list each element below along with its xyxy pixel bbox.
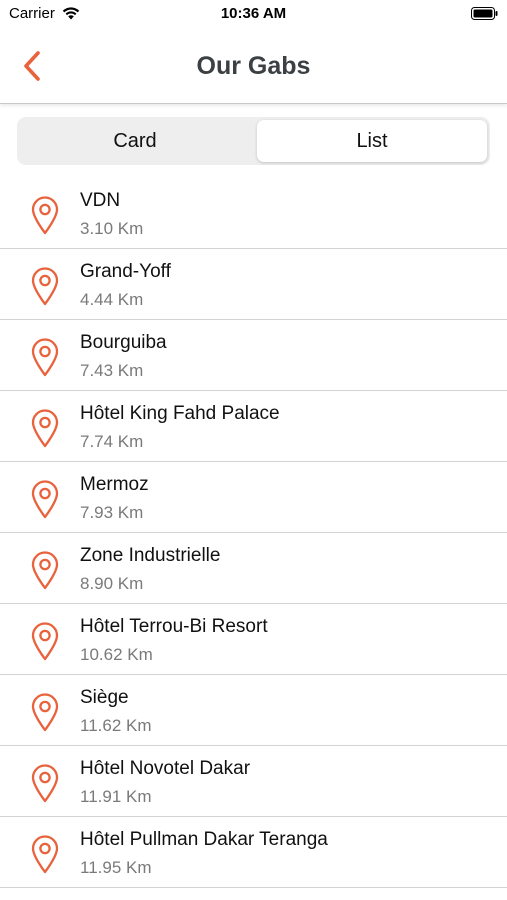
location-pin-icon xyxy=(31,480,59,519)
location-name: VDN xyxy=(80,190,121,211)
location-pin-icon xyxy=(31,764,59,803)
location-name: Hôtel Novotel Dakar xyxy=(80,758,251,779)
location-name: Mermoz xyxy=(80,474,149,495)
location-distance: 11.95 Km xyxy=(80,858,152,877)
location-list-item[interactable]: Grand-Yoff 4.44 Km xyxy=(0,249,507,320)
page-title: Our Gabs xyxy=(196,52,311,80)
location-pin-icon xyxy=(31,622,59,661)
location-distance: 8.90 Km xyxy=(80,574,144,593)
location-pin-icon xyxy=(31,551,59,590)
segment-list[interactable]: List xyxy=(257,120,487,162)
location-list-item[interactable]: Siège 11.62 Km xyxy=(0,675,507,746)
location-list: VDN 3.10 Km Grand-Yoff 4.44 Km Bourguiba… xyxy=(0,178,507,888)
location-pin-icon xyxy=(31,409,59,448)
location-list-item[interactable]: Hôtel Pullman Dakar Teranga 11.95 Km xyxy=(0,817,507,888)
view-mode-segmented-control: Card List xyxy=(17,117,490,165)
location-name: Bourguiba xyxy=(80,332,167,353)
location-list-item[interactable]: Zone Industrielle 8.90 Km xyxy=(0,533,507,604)
location-distance: 7.43 Km xyxy=(80,361,144,380)
location-distance: 11.91 Km xyxy=(80,787,152,806)
location-name: Hôtel King Fahd Palace xyxy=(80,403,280,424)
navigation-bar: Our Gabs xyxy=(0,28,507,104)
location-name: Zone Industrielle xyxy=(80,545,221,566)
location-name: Hôtel Terrou-Bi Resort xyxy=(80,616,268,637)
location-distance: 11.62 Km xyxy=(80,716,152,735)
location-list-item[interactable]: Mermoz 7.93 Km xyxy=(0,462,507,533)
location-name: Grand-Yoff xyxy=(80,261,171,282)
location-name: Siège xyxy=(80,687,129,708)
location-distance: 7.74 Km xyxy=(80,432,144,451)
location-list-item[interactable]: VDN 3.10 Km xyxy=(0,178,507,249)
status-bar: Carrier 10:36 AM xyxy=(0,0,507,28)
location-pin-icon xyxy=(31,267,59,306)
location-distance: 4.44 Km xyxy=(80,290,144,309)
segment-card[interactable]: Card xyxy=(20,120,250,162)
battery-icon xyxy=(471,7,498,20)
location-pin-icon xyxy=(31,196,59,235)
status-time: 10:36 AM xyxy=(220,5,287,22)
location-distance: 7.93 Km xyxy=(80,503,144,522)
location-list-item[interactable]: Hôtel Terrou-Bi Resort 10.62 Km xyxy=(0,604,507,675)
location-distance: 10.62 Km xyxy=(80,645,153,664)
location-distance: 3.10 Km xyxy=(80,219,144,238)
location-list-item[interactable]: Hôtel King Fahd Palace 7.74 Km xyxy=(0,391,507,462)
location-list-item[interactable]: Bourguiba 7.43 Km xyxy=(0,320,507,391)
location-pin-icon xyxy=(31,693,59,732)
location-name: Hôtel Pullman Dakar Teranga xyxy=(80,829,328,850)
location-list-item[interactable]: Hôtel Novotel Dakar 11.91 Km xyxy=(0,746,507,817)
location-pin-icon xyxy=(31,338,59,377)
location-pin-icon xyxy=(31,835,59,874)
